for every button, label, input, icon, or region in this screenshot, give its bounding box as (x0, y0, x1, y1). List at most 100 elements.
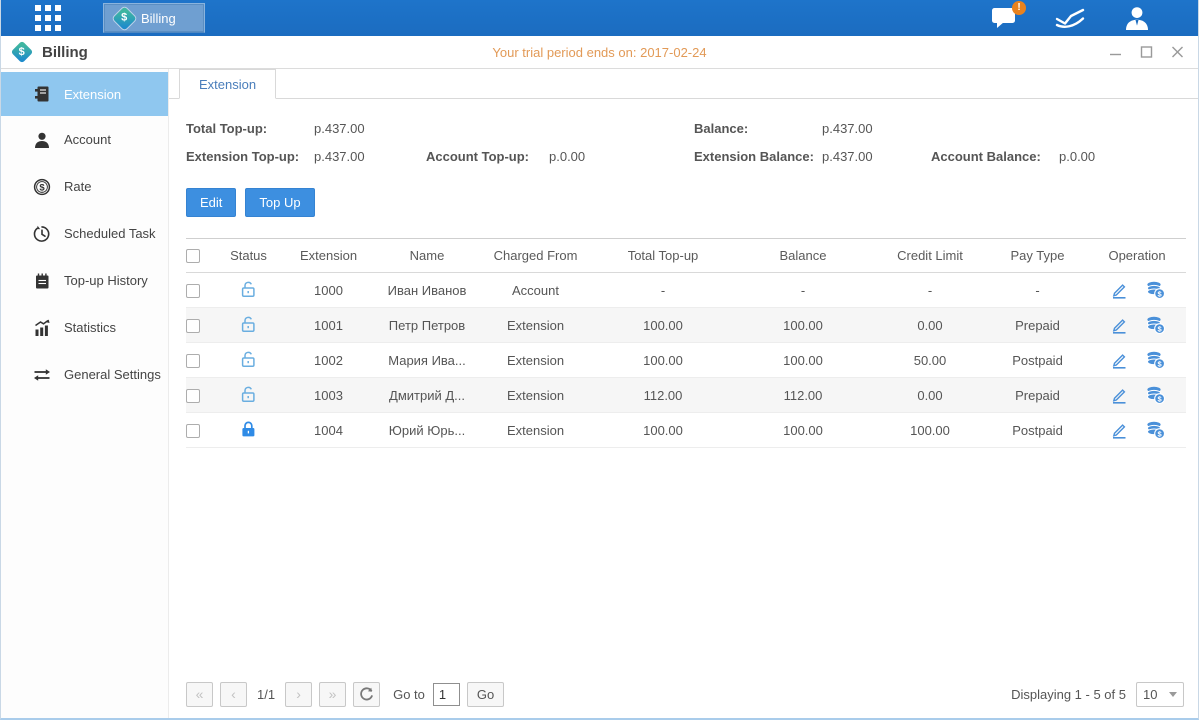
row-checkbox[interactable] (186, 354, 200, 368)
general-settings-arrows-icon (33, 366, 51, 384)
minimize-icon[interactable] (1109, 46, 1122, 58)
charged-from-cell: Extension (478, 343, 593, 378)
sidebar-item-account[interactable]: Account (1, 116, 168, 163)
pagination-bar: « ‹ 1/1 › » Go to Go Displaying 1 - 5 of… (186, 670, 1184, 718)
sidebar-item-topup-history[interactable]: Top-up History (1, 257, 168, 304)
charged-from-cell: Extension (478, 378, 593, 413)
billing-diamond-icon: $ (112, 6, 136, 30)
summary-panel: Total Top-up:p.437.00 Balance:p.437.00 E… (186, 121, 1184, 164)
edit-row-icon[interactable] (1110, 316, 1128, 334)
edit-row-icon[interactable] (1110, 281, 1128, 299)
table-row[interactable]: 1003Дмитрий Д...Extension112.00112.000.0… (186, 378, 1186, 413)
extension-table: Status Extension Name Charged From Total… (186, 238, 1186, 448)
taskbar-tab-billing[interactable]: $ Billing (103, 3, 205, 33)
account-person-icon (33, 131, 51, 149)
go-button[interactable]: Go (467, 682, 504, 707)
next-page-button[interactable]: › (285, 682, 312, 707)
taskbar-tab-label: Billing (141, 11, 176, 26)
balance-value: p.437.00 (822, 121, 873, 136)
first-page-button[interactable]: « (186, 682, 213, 707)
balance-cell: 112.00 (733, 378, 873, 413)
billing-logo-icon: $ (11, 41, 34, 64)
pay-type-cell: Prepaid (987, 308, 1088, 343)
credit-limit-cell: 0.00 (873, 308, 987, 343)
page-size-select[interactable]: 10 (1136, 682, 1184, 707)
lock-open-icon (240, 280, 257, 298)
resource-monitor-icon[interactable] (1054, 6, 1086, 30)
sidebar-item-scheduled-task[interactable]: Scheduled Task (1, 210, 168, 257)
pay-type-cell: - (987, 273, 1088, 308)
sidebar-item-statistics[interactable]: Statistics (1, 304, 168, 351)
edit-row-icon[interactable] (1110, 421, 1128, 439)
sidebar-item-label: Rate (64, 179, 91, 194)
close-icon[interactable] (1171, 46, 1184, 58)
top-up-row-icon[interactable]: $ (1146, 316, 1165, 334)
trial-notice: Your trial period ends on: 2017-02-24 (492, 45, 706, 60)
messages-icon[interactable]: ! (991, 7, 1018, 30)
displaying-text: Displaying 1 - 5 of 5 (1011, 687, 1126, 702)
table-row[interactable]: 1000Иван ИвановAccount----$ (186, 273, 1186, 308)
credit-limit-cell: 100.00 (873, 413, 987, 448)
page-indicator: 1/1 (257, 687, 275, 702)
table-row[interactable]: 1002Мария Ива...Extension100.00100.0050.… (186, 343, 1186, 378)
refresh-button[interactable] (353, 682, 380, 707)
row-checkbox[interactable] (186, 284, 200, 298)
table-body: 1000Иван ИвановAccount----$1001Петр Петр… (186, 273, 1186, 448)
col-charged-from: Charged From (478, 239, 593, 273)
top-up-row-icon[interactable]: $ (1146, 351, 1165, 369)
lock-open-icon (240, 315, 257, 333)
prev-page-button[interactable]: ‹ (220, 682, 247, 707)
account-balance-value: p.0.00 (1059, 149, 1095, 164)
col-status: Status (216, 239, 281, 273)
window-title: Billing (42, 44, 88, 61)
top-up-row-icon[interactable]: $ (1146, 421, 1165, 439)
table-row[interactable]: 1004Юрий Юрь...Extension100.00100.00100.… (186, 413, 1186, 448)
pay-type-cell: Postpaid (987, 343, 1088, 378)
sidebar-item-rate[interactable]: $ Rate (1, 163, 168, 210)
sidebar-item-label: Statistics (64, 320, 116, 335)
lock-open-icon (240, 385, 257, 403)
charged-from-cell: Account (478, 273, 593, 308)
extension-cell: 1001 (281, 308, 376, 343)
table-row[interactable]: 1001Петр ПетровExtension100.00100.000.00… (186, 308, 1186, 343)
total-topup-label: Total Top-up: (186, 121, 314, 136)
col-extension: Extension (281, 239, 376, 273)
user-account-icon[interactable] (1122, 5, 1152, 31)
notification-badge: ! (1012, 1, 1026, 15)
account-topup-label: Account Top-up: (426, 149, 549, 164)
lock-open-icon (240, 350, 257, 368)
extension-topup-value: p.437.00 (314, 149, 365, 164)
tab-extension[interactable]: Extension (179, 69, 276, 99)
sidebar-item-extension[interactable]: Extension (1, 72, 168, 116)
row-checkbox[interactable] (186, 389, 200, 403)
sidebar-item-general-settings[interactable]: General Settings (1, 351, 168, 398)
col-name: Name (376, 239, 478, 273)
charged-from-cell: Extension (478, 308, 593, 343)
last-page-button[interactable]: » (319, 682, 346, 707)
edit-row-icon[interactable] (1110, 351, 1128, 369)
col-total-topup: Total Top-up (593, 239, 733, 273)
row-checkbox[interactable] (186, 424, 200, 438)
statistics-chart-icon (33, 319, 51, 337)
pay-type-cell: Prepaid (987, 378, 1088, 413)
name-cell: Мария Ива... (376, 343, 478, 378)
edit-row-icon[interactable] (1110, 386, 1128, 404)
goto-label: Go to (393, 687, 425, 702)
total-topup-cell: 112.00 (593, 378, 733, 413)
sidebar-item-label: Scheduled Task (64, 226, 156, 241)
maximize-icon[interactable] (1140, 46, 1153, 58)
billing-app-window: $ Billing ! (0, 0, 1199, 720)
select-all-checkbox[interactable] (186, 249, 200, 263)
extension-ledger-icon (33, 85, 51, 103)
edit-button[interactable]: Edit (186, 188, 236, 217)
app-grid-icon[interactable] (35, 5, 61, 31)
row-checkbox[interactable] (186, 319, 200, 333)
col-balance: Balance (733, 239, 873, 273)
name-cell: Иван Иванов (376, 273, 478, 308)
total-topup-cell: 100.00 (593, 413, 733, 448)
top-up-button[interactable]: Top Up (245, 188, 314, 217)
goto-page-input[interactable] (433, 683, 460, 706)
total-topup-cell: 100.00 (593, 343, 733, 378)
top-up-row-icon[interactable]: $ (1146, 386, 1165, 404)
top-up-row-icon[interactable]: $ (1146, 281, 1165, 299)
